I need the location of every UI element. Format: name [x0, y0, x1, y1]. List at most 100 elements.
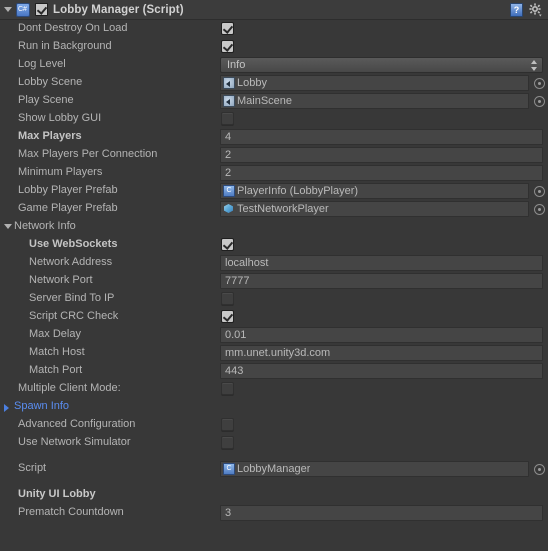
gear-icon[interactable]: [529, 3, 543, 17]
property-row-max-players[interactable]: Max Players 4: [0, 128, 548, 146]
checkbox-server-bind-to-ip[interactable]: [221, 292, 234, 305]
property-label-max-players: Max Players: [18, 130, 82, 142]
property-label-advanced-configuration: Advanced Configuration: [18, 418, 136, 430]
property-rows: Dont Destroy On Load Run in Background Log…: [0, 20, 548, 522]
unity-inspector-panel: Lobby Manager (Script): [0, 0, 548, 551]
property-row-network-address[interactable]: Network Address localhost: [0, 254, 548, 272]
chevron-down-icon[interactable]: [4, 224, 12, 229]
object-field-lobby-player-prefab[interactable]: PlayerInfo (LobbyPlayer): [220, 183, 529, 199]
property-row-use-network-simulator[interactable]: Use Network Simulator: [0, 434, 548, 452]
dropdown-log-level[interactable]: Info: [220, 57, 543, 73]
input-network-port[interactable]: 7777: [220, 273, 543, 289]
property-row-lobby-scene[interactable]: Lobby Scene Lobby: [0, 74, 548, 92]
property-label-multiple-client-mode: Multiple Client Mode:: [18, 382, 121, 394]
property-label-script: Script: [18, 462, 47, 474]
property-row-unity-ui-lobby: Unity UI Lobby: [0, 486, 548, 504]
property-row-dont-destroy-on-load[interactable]: Dont Destroy On Load: [0, 20, 548, 38]
property-row-lobby-player-prefab[interactable]: Lobby Player Prefab PlayerInfo (LobbyPlay…: [0, 182, 548, 200]
input-max-delay[interactable]: 0.01: [220, 327, 543, 343]
property-row-match-port[interactable]: Match Port 443: [0, 362, 548, 380]
object-picker-button-lobby-scene[interactable]: [534, 78, 545, 89]
property-label-lobby-player-prefab: Lobby Player Prefab: [18, 184, 118, 196]
input-max-players-per-connection[interactable]: 2: [220, 147, 543, 163]
dropdown-value-log-level: Info: [227, 59, 246, 71]
property-label-log-level: Log Level: [18, 58, 66, 70]
property-label-server-bind-to-ip: Server Bind To IP: [29, 292, 115, 304]
checkbox-use-websockets[interactable]: [221, 238, 234, 251]
scene-icon: [223, 77, 235, 89]
checkbox-show-lobby-gui[interactable]: [221, 112, 234, 125]
property-row-log-level[interactable]: Log Level Info: [0, 56, 548, 74]
property-row-prematch-countdown[interactable]: Prematch Countdown 3: [0, 504, 548, 522]
checkbox-advanced-configuration[interactable]: [221, 418, 234, 431]
object-field-game-player-prefab[interactable]: TestNetworkPlayer: [220, 201, 529, 217]
component-title: Lobby Manager (Script): [53, 3, 184, 16]
property-label-show-lobby-gui: Show Lobby GUI: [18, 112, 102, 124]
property-row-use-websockets[interactable]: Use WebSockets: [0, 236, 548, 254]
object-picker-button-lobby-player-prefab[interactable]: [534, 186, 545, 197]
input-minimum-players[interactable]: 2: [220, 165, 543, 181]
checkbox-script-crc-check[interactable]: [221, 310, 234, 323]
property-row-script[interactable]: Script LobbyManager: [0, 460, 548, 478]
row-spacer: [0, 478, 548, 486]
object-field-play-scene[interactable]: MainScene: [220, 93, 529, 109]
property-label-network-address: Network Address: [29, 256, 113, 268]
input-max-players[interactable]: 4: [220, 129, 543, 145]
checkbox-run-in-background[interactable]: [221, 40, 234, 53]
checkbox-multiple-client-mode[interactable]: [221, 382, 234, 395]
chevron-right-icon[interactable]: [4, 404, 9, 412]
property-row-max-delay[interactable]: Max Delay 0.01: [0, 326, 548, 344]
property-label-use-network-simulator: Use Network Simulator: [18, 436, 131, 448]
property-label-play-scene: Play Scene: [18, 94, 74, 106]
property-row-show-lobby-gui[interactable]: Show Lobby GUI: [0, 110, 548, 128]
script-icon: [223, 185, 235, 197]
object-field-value-game-player-prefab: TestNetworkPlayer: [237, 203, 329, 215]
input-match-port[interactable]: 443: [220, 363, 543, 379]
property-row-run-in-background[interactable]: Run in Background: [0, 38, 548, 56]
property-row-network-port[interactable]: Network Port 7777: [0, 272, 548, 290]
csharp-script-icon: [16, 2, 30, 17]
property-row-max-players-per-connection[interactable]: Max Players Per Connection 2: [0, 146, 548, 164]
row-spacer: [0, 452, 548, 460]
property-label-lobby-scene: Lobby Scene: [18, 76, 83, 88]
property-row-script-crc-check[interactable]: Script CRC Check: [0, 308, 548, 326]
header-actions: [510, 3, 543, 17]
help-book-icon[interactable]: [510, 3, 523, 17]
property-row-minimum-players[interactable]: Minimum Players 2: [0, 164, 548, 182]
property-row-server-bind-to-ip[interactable]: Server Bind To IP: [0, 290, 548, 308]
object-picker-button-play-scene[interactable]: [534, 96, 545, 107]
property-label-use-websockets: Use WebSockets: [29, 238, 118, 250]
input-match-host[interactable]: mm.unet.unity3d.com: [220, 345, 543, 361]
property-row-advanced-configuration[interactable]: Advanced Configuration: [0, 416, 548, 434]
object-field-value-lobby-player-prefab: PlayerInfo (LobbyPlayer): [237, 185, 359, 197]
property-label-network-port: Network Port: [29, 274, 93, 286]
property-row-spawn-info[interactable]: Spawn Info: [0, 398, 548, 416]
checkbox-dont-destroy-on-load[interactable]: [221, 22, 234, 35]
object-field-lobby-scene[interactable]: Lobby: [220, 75, 529, 91]
property-label-run-in-background: Run in Background: [18, 40, 112, 52]
property-label-script-crc-check: Script CRC Check: [29, 310, 119, 322]
component-header[interactable]: Lobby Manager (Script): [0, 0, 548, 20]
property-label-spawn-info: Spawn Info: [14, 400, 70, 412]
property-row-network-info[interactable]: Network Info: [0, 218, 548, 236]
component-enabled-checkbox[interactable]: [35, 3, 48, 16]
property-row-match-host[interactable]: Match Host mm.unet.unity3d.com: [0, 344, 548, 362]
property-label-prematch-countdown: Prematch Countdown: [18, 506, 124, 518]
object-field-value-script: LobbyManager: [237, 463, 311, 475]
property-label-dont-destroy-on-load: Dont Destroy On Load: [18, 22, 128, 34]
object-picker-button-script[interactable]: [534, 464, 545, 475]
stepper-arrows-icon: [531, 60, 538, 71]
property-row-play-scene[interactable]: Play Scene MainScene: [0, 92, 548, 110]
property-label-max-delay: Max Delay: [29, 328, 81, 340]
component-foldout-icon[interactable]: [4, 7, 12, 12]
object-field-script[interactable]: LobbyManager: [220, 461, 529, 477]
input-prematch-countdown[interactable]: 3: [220, 505, 543, 521]
checkbox-use-network-simulator[interactable]: [221, 436, 234, 449]
object-field-value-play-scene: MainScene: [237, 95, 293, 107]
property-row-multiple-client-mode[interactable]: Multiple Client Mode:: [0, 380, 548, 398]
property-label-match-host: Match Host: [29, 346, 85, 358]
property-row-game-player-prefab[interactable]: Game Player Prefab TestNetworkPlayer: [0, 200, 548, 218]
object-picker-button-game-player-prefab[interactable]: [534, 204, 545, 215]
input-network-address[interactable]: localhost: [220, 255, 543, 271]
property-label-minimum-players: Minimum Players: [18, 166, 103, 178]
